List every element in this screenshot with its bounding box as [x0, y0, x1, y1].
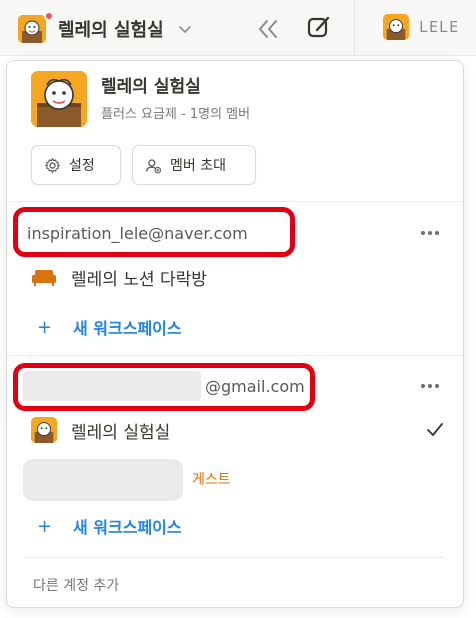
new-workspace-button[interactable]: + 새 워크스페이스	[37, 513, 182, 539]
notification-dot	[44, 11, 54, 21]
workspace-label: 렐레의 노션 다락방	[71, 269, 207, 290]
current-workspace-header: 렐레의 실험실 플러스 요금제 - 1명의 멤버	[31, 71, 250, 127]
divider	[25, 557, 445, 558]
workspace-avatar	[383, 14, 409, 40]
new-workspace-label: 새 워크스페이스	[73, 518, 182, 537]
workspace-name: 렐레의 실험실	[58, 20, 164, 41]
guest-badge: 게스트	[192, 472, 231, 488]
divider	[7, 355, 463, 356]
gear-icon	[45, 157, 60, 173]
workspace-avatar-large	[31, 71, 87, 127]
add-member-icon	[146, 158, 162, 173]
account-header: inspiration_lele@naver.com	[27, 218, 248, 248]
workspace-plan: 플러스 요금제 - 1명의 멤버	[101, 107, 251, 122]
invite-members-button[interactable]: 멤버 초대	[132, 145, 256, 185]
tab-divider	[354, 0, 355, 56]
settings-label: 설정	[69, 158, 95, 174]
more-options-icon[interactable]	[418, 376, 442, 396]
workspace-avatar	[31, 417, 57, 443]
workspace-item[interactable]: 렐레의 실험실	[31, 414, 170, 446]
new-workspace-label: 새 워크스페이스	[73, 319, 182, 338]
plus-icon: +	[37, 316, 53, 338]
workspace-item[interactable]: 렐레의 노션 다락방	[31, 261, 207, 293]
workspace-avatar	[18, 15, 46, 43]
collapse-sidebar-icon[interactable]	[255, 16, 281, 42]
redacted-email-prefix	[23, 371, 201, 401]
sofa-icon	[32, 270, 56, 286]
tab-workspace[interactable]: LELE	[383, 14, 459, 40]
invite-label: 멤버 초대	[170, 158, 226, 174]
plus-icon: +	[37, 515, 53, 537]
more-options-icon[interactable]	[418, 223, 442, 243]
tab-label: LELE	[419, 18, 460, 36]
workspace-title: 렐레의 실험실	[101, 77, 201, 97]
top-bar: 렐레의 실험실 LELE	[0, 0, 476, 56]
chevron-down-icon	[178, 26, 191, 34]
new-page-icon[interactable]	[306, 14, 332, 40]
workspace-dropdown: 렐레의 실험실 플러스 요금제 - 1명의 멤버 설정 멤버 초대 inspir…	[6, 60, 464, 608]
add-account-button[interactable]: 다른 계정 추가	[33, 575, 119, 595]
divider	[7, 201, 463, 202]
redacted-workspace-name	[23, 459, 183, 501]
account-email: inspiration_lele@naver.com	[27, 223, 248, 243]
workspace-label: 렐레의 실험실	[71, 422, 171, 443]
account-header: @gmail.com	[205, 371, 305, 401]
account-email: @gmail.com	[205, 376, 305, 396]
new-workspace-button[interactable]: + 새 워크스페이스	[37, 314, 182, 340]
settings-button[interactable]: 설정	[31, 145, 121, 185]
checkmark-icon	[427, 423, 443, 436]
